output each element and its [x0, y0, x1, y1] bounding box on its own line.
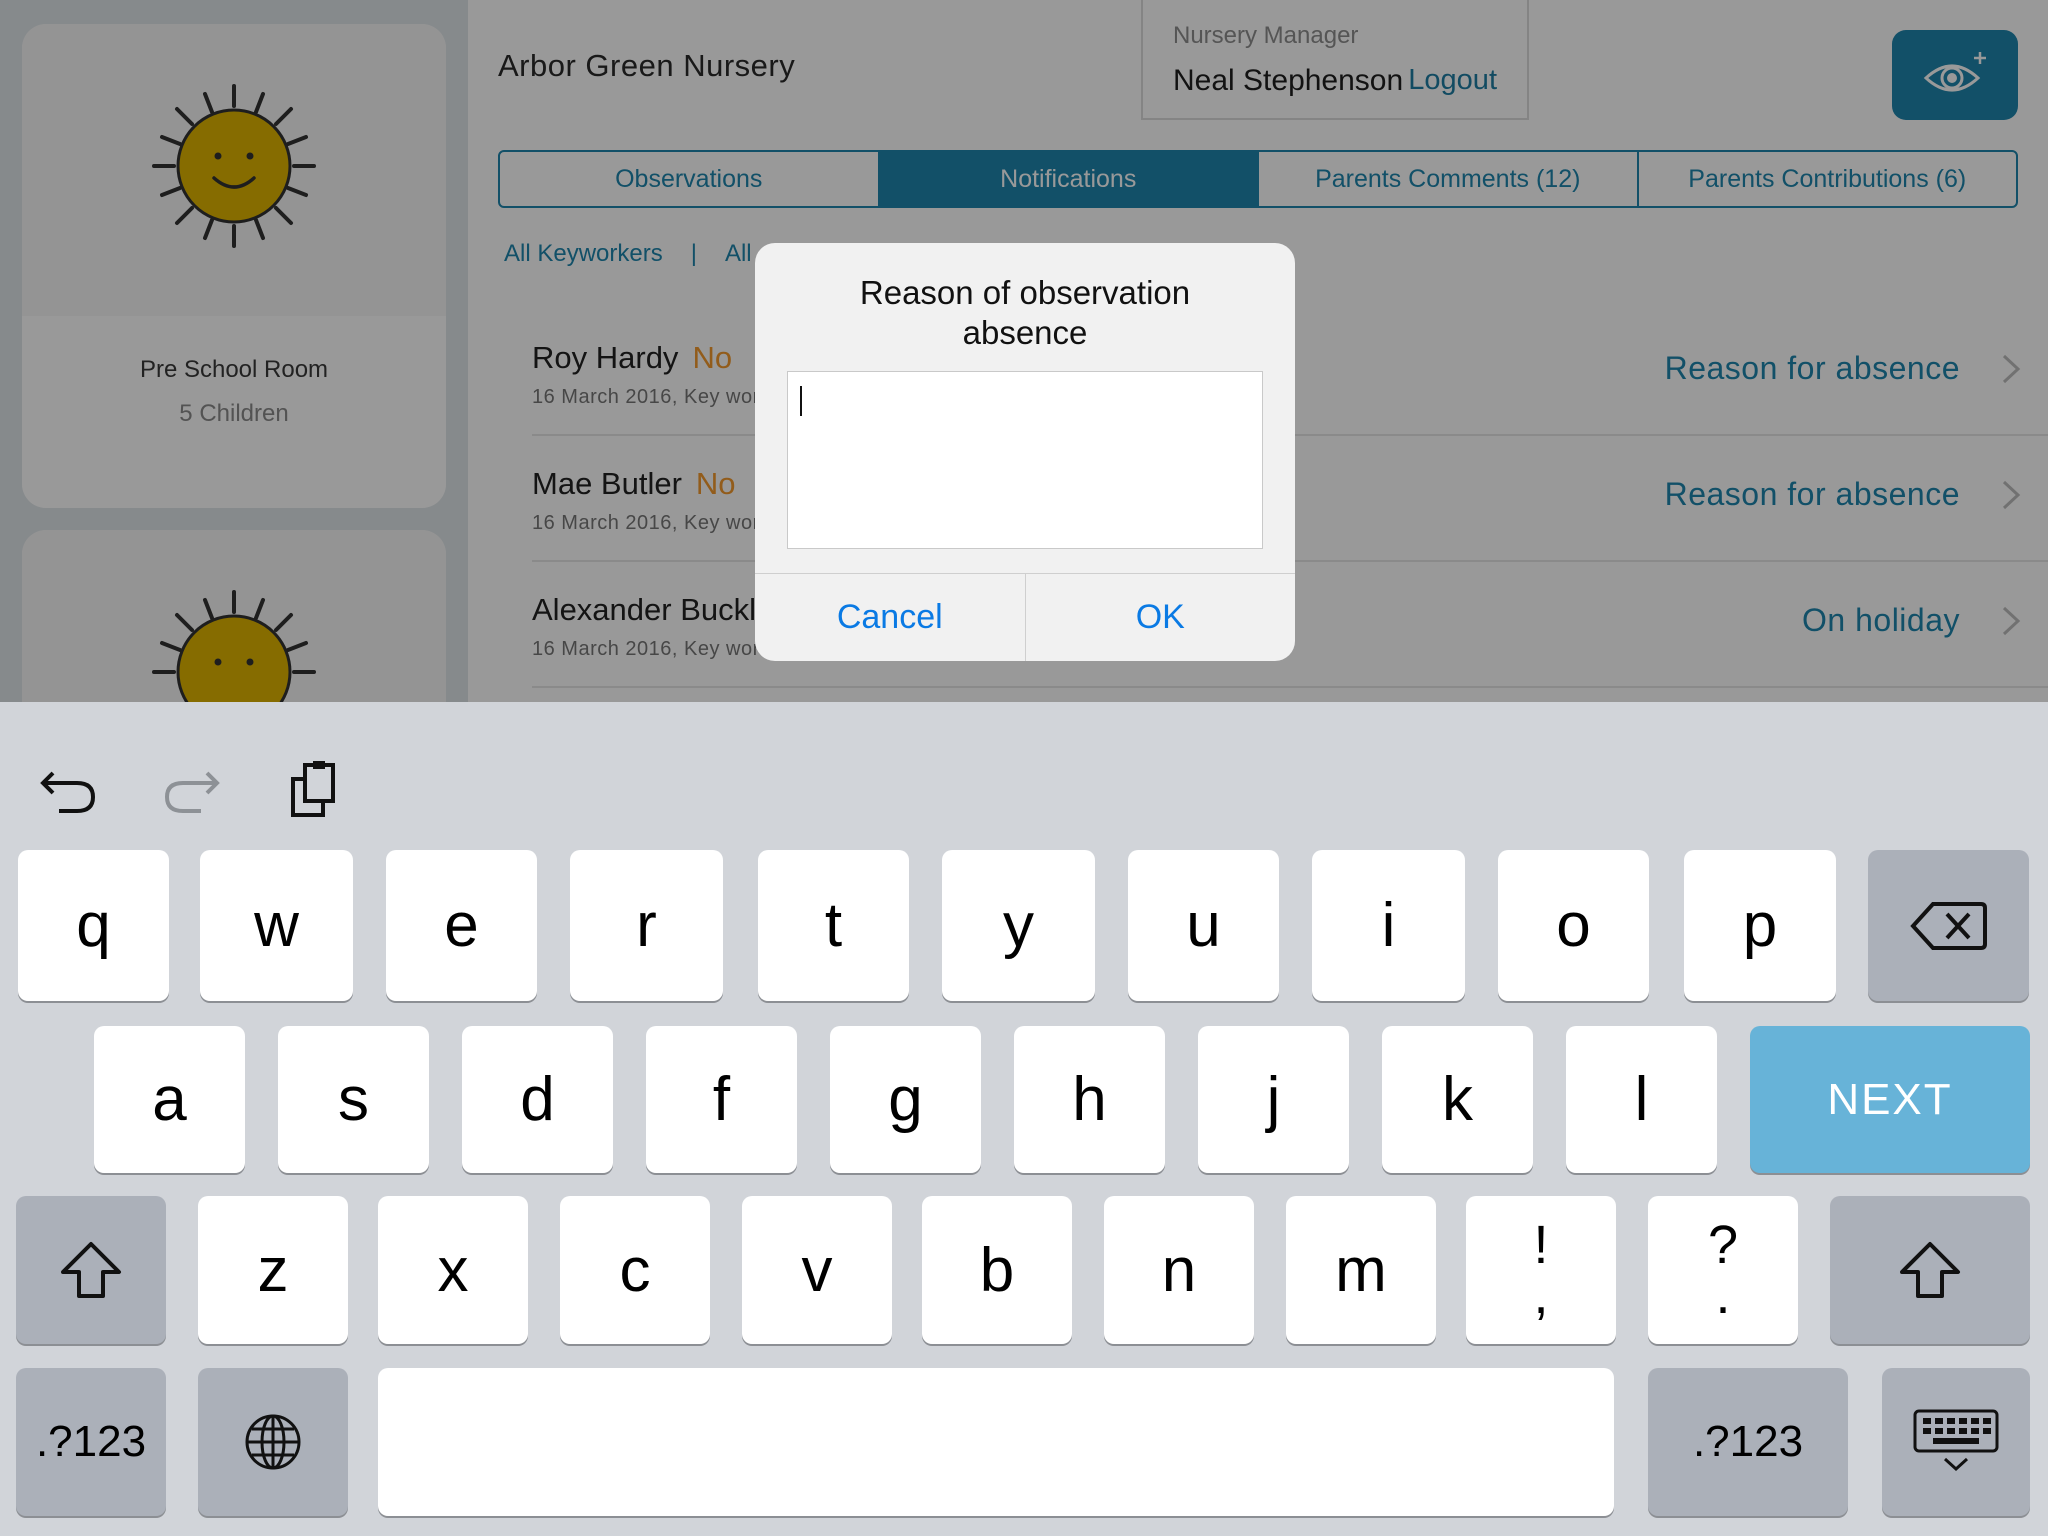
key-g[interactable]: g	[830, 1026, 981, 1173]
redo-button[interactable]	[156, 754, 226, 824]
key-top-char: !	[1533, 1215, 1549, 1275]
key-j[interactable]: j	[1198, 1026, 1349, 1173]
reason-dialog: Reason of observation absence Cancel OK	[755, 243, 1295, 661]
key-exclamation-comma[interactable]: ! ,	[1466, 1196, 1616, 1344]
key-n[interactable]: n	[1104, 1196, 1254, 1344]
key-p[interactable]: p	[1684, 850, 1836, 1001]
key-x[interactable]: x	[378, 1196, 528, 1344]
shift-icon	[61, 1242, 121, 1298]
shift-key-left[interactable]	[16, 1196, 166, 1344]
next-key[interactable]: NEXT	[1750, 1026, 2030, 1173]
backspace-key[interactable]	[1868, 850, 2029, 1001]
cancel-button[interactable]: Cancel	[755, 574, 1026, 661]
on-screen-keyboard: q w e r t y u i o p a s d f g h j k l NE…	[0, 702, 2048, 1536]
key-r[interactable]: r	[570, 850, 723, 1001]
ok-button[interactable]: OK	[1026, 574, 1296, 661]
numbers-key-left[interactable]: .?123	[16, 1368, 166, 1516]
backspace-icon	[1909, 901, 1987, 950]
undo-button[interactable]	[34, 754, 104, 824]
key-bottom-char: .	[1715, 1265, 1731, 1325]
key-o[interactable]: o	[1498, 850, 1649, 1001]
paste-icon	[291, 761, 335, 817]
shift-key-right[interactable]	[1830, 1196, 2030, 1344]
key-u[interactable]: u	[1128, 850, 1279, 1001]
space-key[interactable]	[378, 1368, 1614, 1516]
key-b[interactable]: b	[922, 1196, 1072, 1344]
undo-icon	[40, 771, 96, 813]
key-t[interactable]: t	[758, 850, 909, 1001]
key-h[interactable]: h	[1014, 1026, 1165, 1173]
key-a[interactable]: a	[94, 1026, 245, 1173]
key-w[interactable]: w	[200, 850, 353, 1001]
key-q[interactable]: q	[18, 850, 169, 1001]
key-l[interactable]: l	[1566, 1026, 1717, 1173]
key-k[interactable]: k	[1382, 1026, 1533, 1173]
key-c[interactable]: c	[560, 1196, 710, 1344]
key-z[interactable]: z	[198, 1196, 348, 1344]
key-s[interactable]: s	[278, 1026, 429, 1173]
redo-icon	[164, 771, 220, 813]
shift-icon	[1900, 1242, 1960, 1298]
numbers-key-right[interactable]: .?123	[1648, 1368, 1848, 1516]
globe-key[interactable]	[198, 1368, 348, 1516]
app-screen: Pre School Room 5 Children Arbor Green N…	[0, 0, 2048, 702]
globe-icon	[245, 1414, 301, 1470]
reason-input[interactable]	[787, 371, 1263, 549]
key-e[interactable]: e	[386, 850, 537, 1001]
key-bottom-char: ,	[1533, 1265, 1549, 1325]
paste-button[interactable]	[278, 754, 348, 824]
dialog-title: Reason of observation absence	[859, 274, 1191, 351]
key-d[interactable]: d	[462, 1026, 613, 1173]
key-y[interactable]: y	[942, 850, 1095, 1001]
key-question-period[interactable]: ? .	[1648, 1196, 1798, 1344]
text-cursor	[800, 386, 802, 416]
key-top-char: ?	[1707, 1215, 1739, 1275]
hide-keyboard-key[interactable]	[1882, 1368, 2030, 1516]
keyboard-dismiss-icon	[1913, 1409, 1999, 1472]
key-v[interactable]: v	[742, 1196, 892, 1344]
key-i[interactable]: i	[1312, 850, 1465, 1001]
dialog-buttons: Cancel OK	[755, 573, 1295, 661]
key-f[interactable]: f	[646, 1026, 797, 1173]
key-m[interactable]: m	[1286, 1196, 1436, 1344]
